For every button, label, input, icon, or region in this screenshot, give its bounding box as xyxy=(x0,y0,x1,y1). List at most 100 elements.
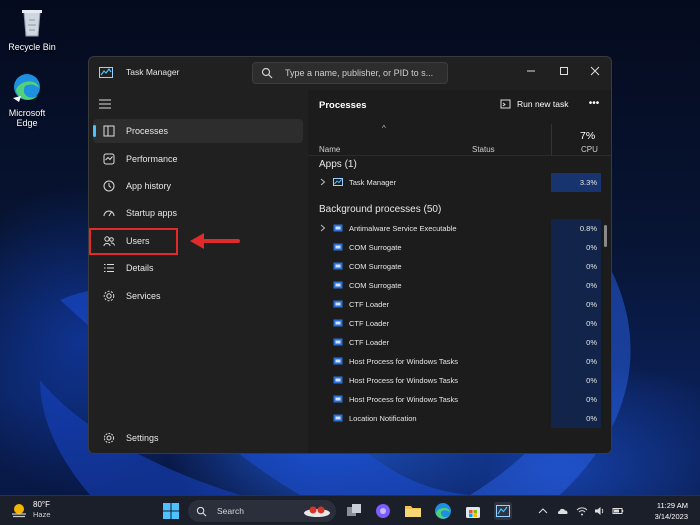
process-name: CTF Loader xyxy=(349,338,390,347)
cpu-cell: 0% xyxy=(551,371,601,390)
sidebar-item-services[interactable]: Services xyxy=(93,284,303,308)
edge-icon xyxy=(13,74,40,102)
title-bar[interactable]: Task Manager Type a name, publisher, or … xyxy=(89,57,611,89)
cpu-total: 7% xyxy=(580,130,596,142)
process-name: CTF Loader xyxy=(349,300,390,309)
column-status[interactable]: Status xyxy=(472,145,495,154)
process-search-input[interactable]: Type a name, publisher, or PID to s... xyxy=(252,62,448,84)
recycle-bin-desktop-icon[interactable]: Recycle Bin xyxy=(0,4,64,52)
process-row[interactable]: Task Manager 3.3% xyxy=(308,173,601,192)
sidebar-item-details[interactable]: Details xyxy=(93,256,303,280)
more-options-icon[interactable]: ••• xyxy=(587,98,601,112)
sidebar-item-performance[interactable]: Performance xyxy=(93,147,303,171)
process-row[interactable]: COM Surrogate 0% xyxy=(308,238,601,257)
search-highlight-icon xyxy=(304,506,330,517)
column-name[interactable]: Name xyxy=(319,145,340,154)
chat-icon[interactable] xyxy=(374,502,392,520)
details-icon xyxy=(102,261,116,275)
taskbar: 80°F Haze Search 11:29 AM 3/14/2023 xyxy=(0,495,700,525)
recycle-bin-label: Recycle Bin xyxy=(8,42,56,52)
run-new-task-button[interactable]: Run new task xyxy=(500,98,569,110)
edge-desktop-icon[interactable]: Microsoft Edge xyxy=(0,70,59,128)
sidebar-item-processes[interactable]: Processes xyxy=(93,119,303,143)
sidebar-item-app-history[interactable]: App history xyxy=(93,174,303,198)
task-manager-app-icon xyxy=(333,178,343,186)
services-icon xyxy=(102,289,116,303)
process-name: Antimalware Service Executable xyxy=(349,224,457,233)
sidebar-item-startup-apps[interactable]: Startup apps xyxy=(93,201,303,225)
run-task-icon xyxy=(500,99,511,109)
sort-caret-icon: ^ xyxy=(382,124,386,133)
battery-icon[interactable] xyxy=(612,505,624,517)
taskbar-search-label: Search xyxy=(217,506,244,516)
process-row[interactable]: Location Notification 0% xyxy=(308,409,601,428)
sidebar-item-label: Startup apps xyxy=(126,208,178,218)
windows-start-icon[interactable] xyxy=(162,502,180,520)
background-section-header: Background processes (50) xyxy=(319,204,442,215)
process-row[interactable]: Host Process for Windows Tasks 0% xyxy=(308,371,601,390)
hamburger-menu-icon[interactable] xyxy=(98,98,112,110)
minimize-button[interactable] xyxy=(516,61,546,81)
chevron-right-icon[interactable] xyxy=(320,224,326,232)
process-name: COM Surrogate xyxy=(349,243,402,252)
task-view-icon[interactable] xyxy=(345,502,363,520)
chevron-right-icon[interactable] xyxy=(320,178,326,186)
taskbar-search[interactable]: Search xyxy=(188,500,336,522)
cpu-value: 0.8% xyxy=(579,224,597,233)
cpu-cell: 0% xyxy=(551,409,601,428)
wifi-icon[interactable] xyxy=(576,505,588,517)
sidebar-item-settings[interactable]: Settings xyxy=(93,426,303,450)
column-headers: ^ Name Status 7% CPU xyxy=(308,124,611,156)
process-name: Host Process for Windows Tasks xyxy=(349,395,459,404)
chevron-up-icon[interactable] xyxy=(537,505,549,517)
vertical-scrollbar[interactable] xyxy=(604,225,607,247)
edge-icon[interactable] xyxy=(434,502,452,520)
process-row[interactable]: Host Process for Windows Tasks 0% xyxy=(308,352,601,371)
process-row[interactable]: CTF Loader 0% xyxy=(308,314,601,333)
cpu-value: 0% xyxy=(586,300,597,309)
window-title: Task Manager xyxy=(126,67,180,77)
process-name: Task Manager xyxy=(349,178,397,187)
process-name: COM Surrogate xyxy=(349,262,402,271)
cpu-value: 3.3% xyxy=(579,178,597,187)
search-placeholder: Type a name, publisher, or PID to s... xyxy=(285,68,434,78)
process-name: CTF Loader xyxy=(349,319,390,328)
service-app-icon xyxy=(333,338,343,346)
process-row[interactable]: Antimalware Service Executable 0.8% xyxy=(308,219,601,238)
search-icon xyxy=(261,67,273,79)
cpu-value: 0% xyxy=(586,414,597,423)
cpu-cell: 3.3% xyxy=(551,173,601,192)
service-app-icon xyxy=(333,300,343,308)
clock-time: 11:29 AM xyxy=(656,501,688,510)
system-clock[interactable]: 11:29 AM 3/14/2023 xyxy=(628,500,688,522)
cpu-cell: 0% xyxy=(551,333,601,352)
file-explorer-icon[interactable] xyxy=(404,502,422,520)
cpu-value: 0% xyxy=(586,338,597,347)
settings-icon xyxy=(102,431,116,445)
weather-widget[interactable]: 80°F Haze xyxy=(10,500,51,520)
onedrive-icon[interactable] xyxy=(557,505,569,517)
process-name: COM Surrogate xyxy=(349,281,402,290)
apps-section-header: Apps (1) xyxy=(319,159,357,170)
process-row[interactable]: Host Process for Windows Tasks 0% xyxy=(308,390,601,409)
minimize-icon xyxy=(527,70,535,72)
task-manager-taskbar-icon[interactable] xyxy=(494,502,512,520)
cpu-cell: 0% xyxy=(551,257,601,276)
speaker-icon[interactable] xyxy=(594,505,606,517)
weather-sun-icon xyxy=(12,504,26,518)
process-row[interactable]: CTF Loader 0% xyxy=(308,333,601,352)
cpu-cell: 0% xyxy=(551,276,601,295)
maximize-button[interactable] xyxy=(549,61,579,81)
clock-date: 3/14/2023 xyxy=(654,512,688,521)
process-row[interactable]: CTF Loader 0% xyxy=(308,295,601,314)
process-row[interactable]: COM Surrogate 0% xyxy=(308,276,601,295)
close-button[interactable] xyxy=(580,61,610,81)
column-cpu[interactable]: CPU xyxy=(581,145,598,154)
performance-icon xyxy=(102,152,116,166)
process-row[interactable]: COM Surrogate 0% xyxy=(308,257,601,276)
service-app-icon xyxy=(333,414,343,422)
service-app-icon xyxy=(333,395,343,403)
service-app-icon xyxy=(333,281,343,289)
microsoft-store-icon[interactable] xyxy=(464,502,482,520)
search-icon xyxy=(196,506,207,516)
